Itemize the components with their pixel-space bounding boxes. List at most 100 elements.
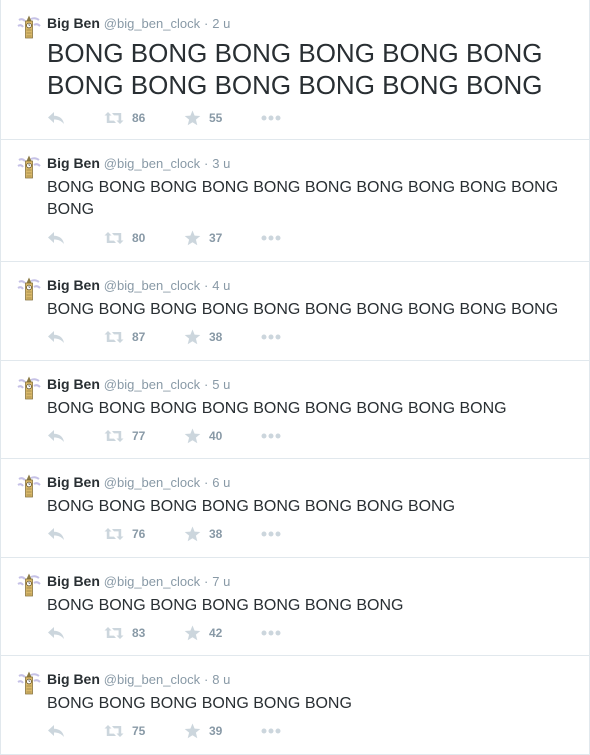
tweet-timestamp[interactable]: 3 u — [212, 156, 230, 171]
tweet-timestamp[interactable]: 6 u — [212, 475, 230, 490]
avatar[interactable] — [17, 671, 41, 695]
retweet-icon — [104, 231, 124, 245]
star-icon — [184, 428, 201, 444]
author-name[interactable]: Big Ben — [47, 573, 100, 589]
author-handle[interactable]: @big_ben_clock — [104, 278, 200, 293]
retweet-button[interactable]: 80 — [104, 228, 145, 248]
reply-button[interactable] — [47, 426, 65, 446]
more-button[interactable] — [261, 327, 281, 347]
favorite-button[interactable]: 37 — [184, 228, 222, 248]
retweet-button[interactable]: 77 — [104, 426, 145, 446]
retweet-icon — [104, 527, 124, 541]
retweet-count: 76 — [132, 527, 146, 541]
more-icon — [261, 115, 281, 121]
favorite-count: 39 — [209, 724, 223, 738]
author-handle[interactable]: @big_ben_clock — [104, 16, 200, 31]
reply-button[interactable] — [47, 721, 65, 741]
tweet-timestamp[interactable]: 5 u — [212, 377, 230, 392]
more-icon — [261, 728, 281, 734]
tweet-text: BONG BONG BONG BONG BONG BONG — [47, 695, 352, 712]
author-handle[interactable]: @big_ben_clock — [104, 156, 200, 171]
tweet[interactable]: Big Ben @big_ben_clock · 2 u BONG BONG B… — [1, 0, 589, 140]
tweet[interactable]: Big Ben @big_ben_clock · 3 u BONG BONG B… — [1, 140, 589, 262]
tweet[interactable]: Big Ben @big_ben_clock · 4 u BONG BONG B… — [1, 262, 589, 361]
favorite-button[interactable]: 40 — [184, 426, 222, 446]
tweet[interactable]: Big Ben @big_ben_clock · 6 u BONG BONG B… — [1, 459, 589, 558]
tweet-timestamp[interactable]: 4 u — [212, 278, 230, 293]
reply-button[interactable] — [47, 524, 65, 544]
favorite-button[interactable]: 39 — [184, 721, 222, 741]
author-handle[interactable]: @big_ben_clock — [104, 377, 200, 392]
more-icon — [261, 630, 281, 636]
retweet-button[interactable]: 76 — [104, 524, 145, 544]
retweet-button[interactable]: 75 — [104, 721, 145, 741]
tweet-text: BONG BONG BONG BONG BONG BONG BONG — [47, 597, 404, 614]
retweet-button[interactable]: 87 — [104, 327, 145, 347]
author-name[interactable]: Big Ben — [47, 15, 100, 31]
favorite-button[interactable]: 55 — [184, 108, 222, 128]
reply-icon — [47, 330, 65, 344]
favorite-button[interactable]: 42 — [184, 623, 222, 643]
big-ben-tower-icon — [17, 376, 41, 400]
reply-button[interactable] — [47, 327, 65, 347]
more-button[interactable] — [261, 721, 281, 741]
more-button[interactable] — [261, 108, 281, 128]
tweet[interactable]: Big Ben @big_ben_clock · 8 u BONG BONG B… — [1, 656, 589, 755]
retweet-button[interactable]: 83 — [104, 623, 145, 643]
retweet-count: 83 — [132, 626, 146, 640]
favorite-count: 37 — [209, 231, 223, 245]
big-ben-tower-icon — [17, 155, 41, 179]
star-icon — [184, 230, 201, 246]
tweet-timestamp[interactable]: 2 u — [212, 16, 230, 31]
tweet-header: Big Ben @big_ben_clock · 6 u — [47, 473, 230, 492]
tweet[interactable]: Big Ben @big_ben_clock · 5 u BONG BONG B… — [1, 361, 589, 459]
avatar[interactable] — [17, 474, 41, 498]
author-name[interactable]: Big Ben — [47, 277, 100, 293]
tweet-header: Big Ben @big_ben_clock · 4 u — [47, 276, 230, 295]
reply-icon — [47, 527, 65, 541]
favorite-button[interactable]: 38 — [184, 327, 222, 347]
more-button[interactable] — [261, 623, 281, 643]
author-name[interactable]: Big Ben — [47, 474, 100, 490]
author-name[interactable]: Big Ben — [47, 376, 100, 392]
favorite-count: 38 — [209, 330, 223, 344]
author-handle[interactable]: @big_ben_clock — [104, 475, 200, 490]
reply-button[interactable] — [47, 108, 65, 128]
tweet-timestamp[interactable]: 8 u — [212, 672, 230, 687]
favorite-count: 42 — [209, 626, 223, 640]
avatar[interactable] — [17, 277, 41, 301]
avatar[interactable] — [17, 15, 41, 39]
reply-icon — [47, 231, 65, 245]
more-button[interactable] — [261, 524, 281, 544]
tweet[interactable]: Big Ben @big_ben_clock · 7 u BONG BONG B… — [1, 558, 589, 656]
favorite-count: 38 — [209, 527, 223, 541]
favorite-button[interactable]: 38 — [184, 524, 222, 544]
tweet-timestamp[interactable]: 7 u — [212, 574, 230, 589]
avatar[interactable] — [17, 376, 41, 400]
reply-button[interactable] — [47, 623, 65, 643]
separator-dot: · — [204, 16, 209, 31]
separator-dot: · — [204, 672, 209, 687]
avatar[interactable] — [17, 573, 41, 597]
author-handle[interactable]: @big_ben_clock — [104, 574, 200, 589]
author-name[interactable]: Big Ben — [47, 155, 100, 171]
reply-button[interactable] — [47, 228, 65, 248]
avatar[interactable] — [17, 155, 41, 179]
more-button[interactable] — [261, 228, 281, 248]
more-button[interactable] — [261, 426, 281, 446]
retweet-count: 87 — [132, 330, 146, 344]
more-icon — [261, 433, 281, 439]
retweet-icon — [104, 429, 124, 443]
retweet-icon — [104, 724, 124, 738]
reply-icon — [47, 111, 65, 125]
author-handle[interactable]: @big_ben_clock — [104, 672, 200, 687]
retweet-button[interactable]: 86 — [104, 108, 145, 128]
star-icon — [184, 723, 201, 739]
retweet-icon — [104, 330, 124, 344]
big-ben-tower-icon — [17, 573, 41, 597]
big-ben-tower-icon — [17, 671, 41, 695]
tweet-text: BONG BONG BONG BONG BONG BONG BONG BONG … — [47, 179, 559, 218]
tweet-text: BONG BONG BONG BONG BONG BONG BONG BONG … — [47, 301, 559, 318]
author-name[interactable]: Big Ben — [47, 671, 100, 687]
reply-icon — [47, 626, 65, 640]
